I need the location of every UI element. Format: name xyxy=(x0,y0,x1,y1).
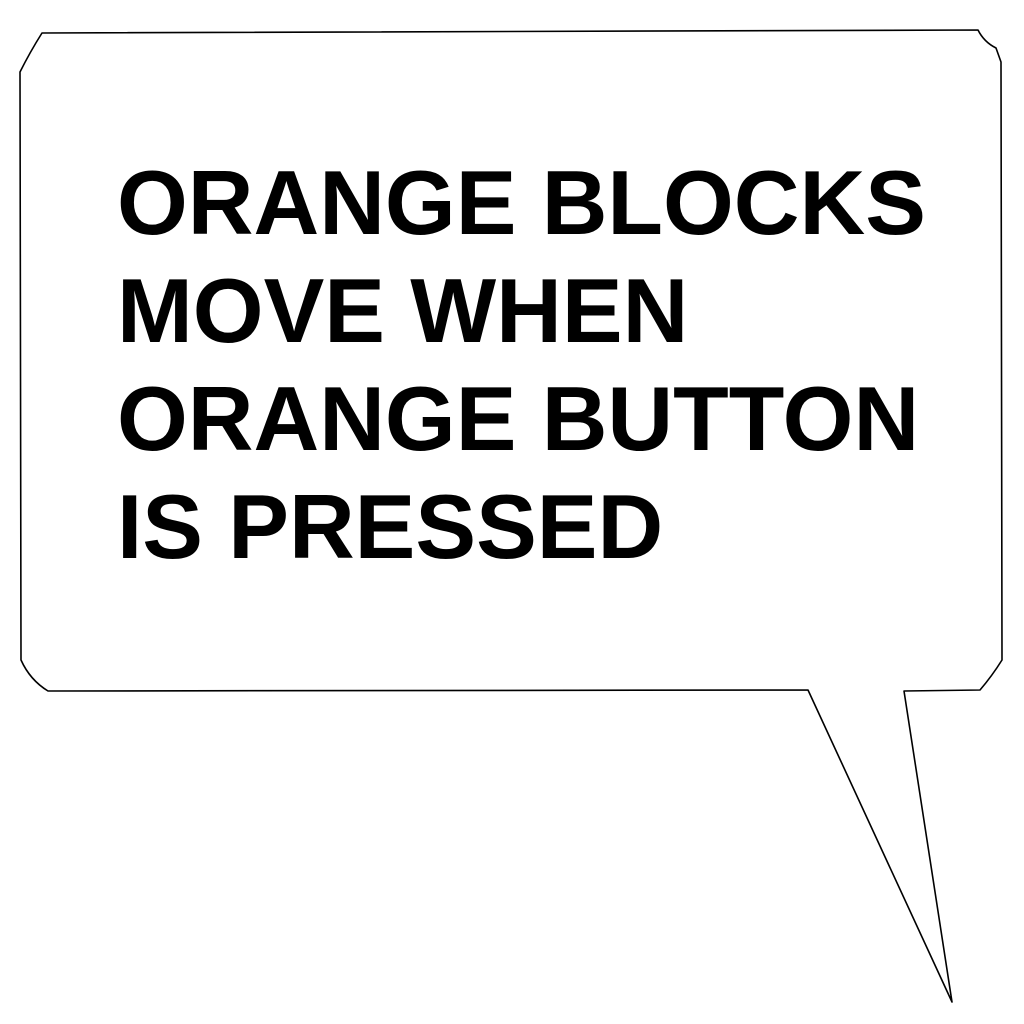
text-line-4: IS PRESSED xyxy=(117,477,664,578)
canvas: ORANGE BLOCKS MOVE WHEN ORANGE BUTTON IS… xyxy=(0,0,1024,1024)
text-line-1: ORANGE BLOCKS xyxy=(117,153,926,254)
speech-bubble-text: ORANGE BLOCKS MOVE WHEN ORANGE BUTTON IS… xyxy=(117,150,977,582)
text-line-3: ORANGE BUTTON xyxy=(117,369,920,470)
text-line-2: MOVE WHEN xyxy=(117,261,689,362)
